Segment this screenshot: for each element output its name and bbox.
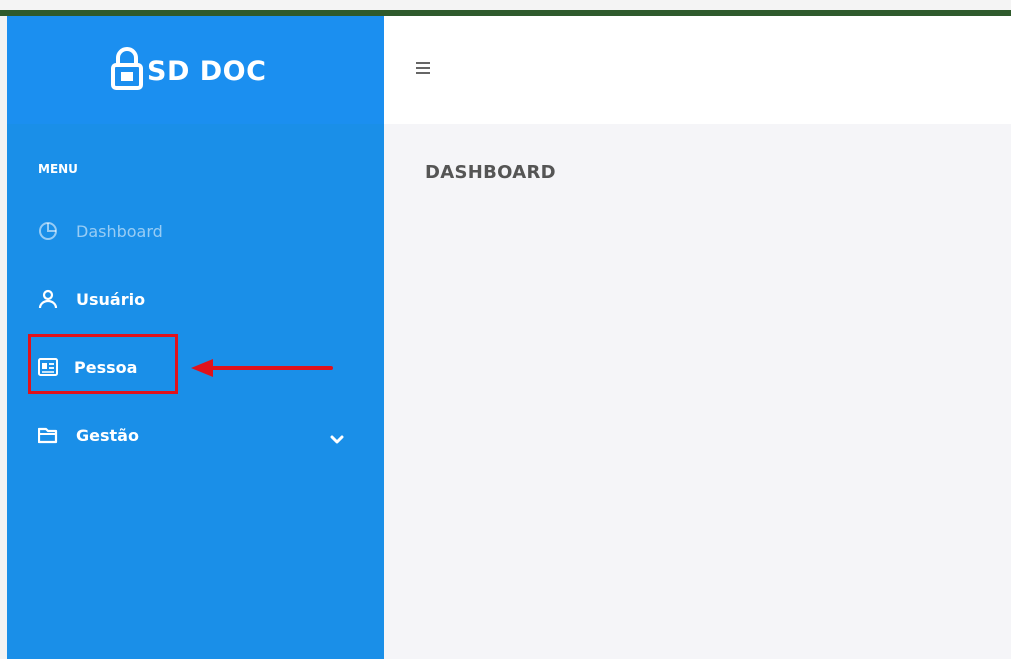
sidebar-item-usuario[interactable]: Usuário bbox=[38, 289, 145, 309]
brand-logo[interactable]: SD DOC bbox=[110, 45, 266, 97]
sidebar-item-label: Dashboard bbox=[76, 221, 163, 241]
highlight-box bbox=[28, 334, 178, 394]
brand-area: SD DOC bbox=[7, 16, 384, 124]
page-title: DASHBOARD bbox=[425, 162, 556, 183]
sidebar-item-gestao[interactable]: Gestão bbox=[38, 425, 139, 445]
pie-chart-icon bbox=[38, 221, 58, 241]
lock-icon bbox=[110, 47, 144, 95]
sidebar-item-label: Usuário bbox=[76, 289, 146, 309]
top-header bbox=[384, 16, 1011, 124]
sidebar-item-label: Gestão bbox=[76, 425, 139, 445]
user-icon bbox=[38, 289, 58, 309]
folder-icon bbox=[38, 425, 58, 445]
hamburger-icon[interactable] bbox=[415, 60, 431, 74]
menu-section-label: MENU bbox=[38, 162, 78, 176]
sidebar-item-dashboard[interactable]: Dashboard bbox=[38, 221, 163, 241]
sidebar: SD DOC MENU Dashboard Usuário Pessoa Ges… bbox=[7, 16, 384, 659]
left-edge bbox=[0, 16, 7, 659]
chevron-down-icon[interactable] bbox=[330, 430, 344, 444]
main-content: DASHBOARD bbox=[384, 124, 1011, 659]
brand-name: SD DOC bbox=[147, 55, 267, 87]
annotation-arrow-icon bbox=[191, 357, 333, 379]
